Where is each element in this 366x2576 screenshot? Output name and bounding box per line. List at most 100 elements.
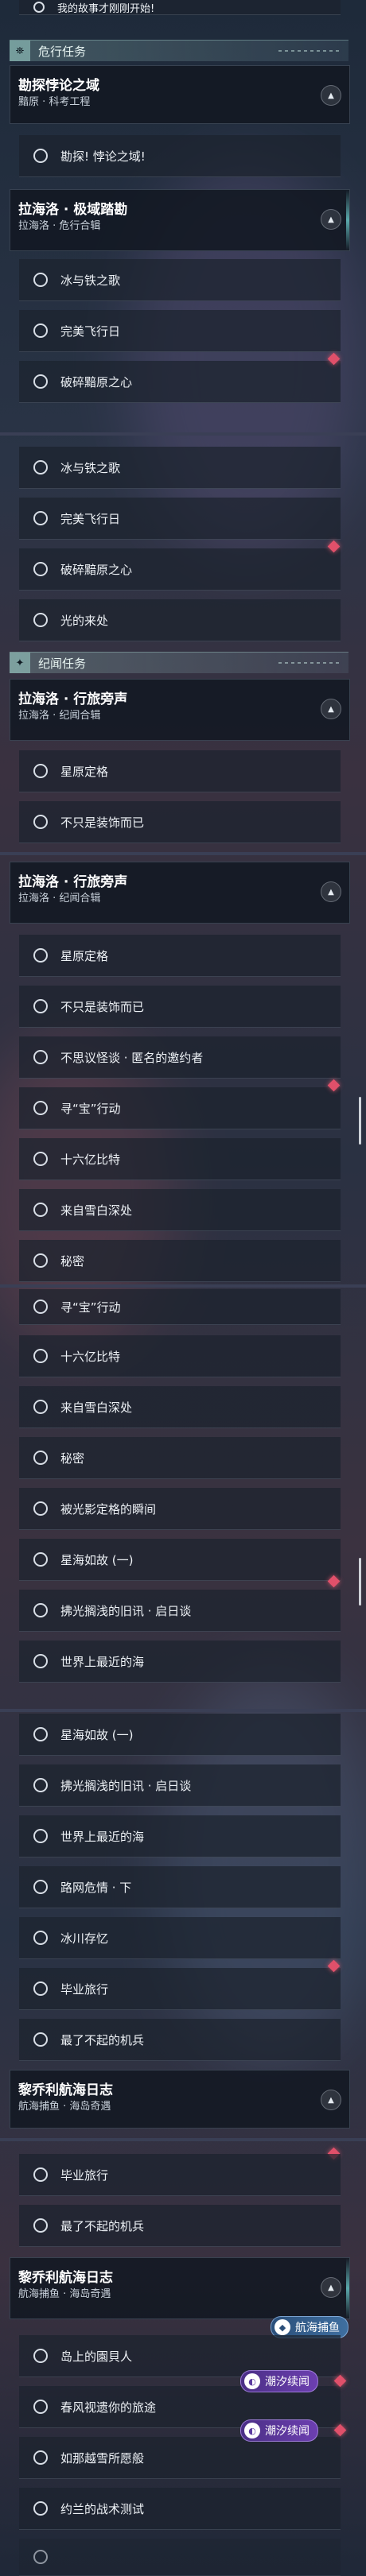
list-item[interactable]: 十六亿比特 <box>19 1138 341 1180</box>
status-circle-icon <box>33 1829 48 1843</box>
list-item[interactable]: 十六亿比特 <box>19 1335 341 1377</box>
item-label: 完美飞行日 <box>60 511 121 526</box>
list-item[interactable]: 被光影定格的瞬间 <box>19 1488 341 1530</box>
chevron-up-icon[interactable]: ▲ <box>321 699 341 719</box>
status-circle-icon <box>33 815 48 829</box>
item-label: 光的来处 <box>60 613 109 628</box>
item-label: 路网危情 · 下 <box>60 1880 132 1895</box>
tag-chaoxi: ◐ 潮汐续闻 <box>240 2370 318 2392</box>
list-item[interactable]: 勘探! 悖论之域! <box>19 135 341 177</box>
status-circle-icon <box>33 2450 48 2465</box>
status-circle-icon <box>33 1451 48 1465</box>
status-circle-icon <box>33 562 48 576</box>
status-circle-icon <box>33 1727 48 1741</box>
status-circle-icon <box>33 2 45 13</box>
list-item[interactable]: 毕业旅行 <box>19 2154 341 2196</box>
list-item[interactable]: 冰川存忆 <box>19 1917 341 1959</box>
status-circle-icon <box>33 1931 48 1945</box>
card-subtitle: 航海捕鱼 · 海岛奇遇 <box>18 2288 111 2300</box>
list-item[interactable]: 拂光搁浅的旧讯 · 启日谈 <box>19 1764 341 1807</box>
list-item[interactable]: 如那越雪所愿般 <box>19 2437 341 2479</box>
item-label: 寻“宝”行动 <box>60 1101 121 1116</box>
card-subtitle: 航海捕鱼 · 海岛奇遇 <box>18 2101 111 2113</box>
list-item[interactable]: 光的来处 <box>19 599 341 641</box>
item-label: 冰与铁之歌 <box>60 460 121 475</box>
list-item[interactable]: 路网危情 · 下 <box>19 1866 341 1908</box>
list-item[interactable]: 星原定格 <box>19 935 341 977</box>
chevron-up-icon[interactable]: ▲ <box>321 85 341 106</box>
item-label: 来自雪白深处 <box>60 1400 133 1415</box>
status-circle-icon <box>33 1552 48 1567</box>
item-label: 破碎黯原之心 <box>60 562 133 577</box>
list-item[interactable]: 星海如故 (一) <box>19 1539 341 1581</box>
status-circle-icon <box>33 323 48 338</box>
scrollbar[interactable] <box>359 1558 361 1606</box>
list-item[interactable]: 不只是装饰而已 <box>19 801 341 843</box>
list-item[interactable]: 寻“宝”行动 <box>19 1087 341 1129</box>
list-item[interactable]: 秘密 <box>19 1437 341 1479</box>
chevron-up-icon[interactable]: ▲ <box>321 2090 341 2110</box>
mission-card-liqiaoli[interactable]: 黎乔利航海日志 航海捕鱼 · 海岛奇遇 ▲ <box>10 2070 350 2129</box>
list-item[interactable]: 世界上最近的海 <box>19 1641 341 1683</box>
list-item[interactable]: 约兰的战术测试 <box>19 2488 341 2530</box>
item-label: 勘探! 悖论之域! <box>60 149 146 164</box>
section-title: 危行任务 <box>38 44 87 59</box>
list-item[interactable]: 来自雪白深处 <box>19 1386 341 1428</box>
mission-card-lahailuo-xinglv[interactable]: 拉海洛 · 行旅旁声 拉海洛 · 纪闻合辑 ▲ <box>10 679 350 741</box>
mission-card-kantan[interactable]: 勘探悖论之域 黯原 · 科考工程 ▲ <box>10 65 350 124</box>
status-circle-icon <box>33 1152 48 1166</box>
list-item[interactable]: 冰与铁之歌 <box>19 447 341 489</box>
mission-card-liqiaoli[interactable]: 黎乔利航海日志 航海捕鱼 · 海岛奇遇 ▲ <box>10 2257 350 2319</box>
list-item[interactable] <box>19 2539 341 2576</box>
item-label: 十六亿比特 <box>60 1152 121 1167</box>
list-item[interactable]: 完美飞行日 <box>19 498 341 540</box>
item-label: 不思议怪谈 · 匿名的邀约者 <box>60 1050 204 1065</box>
chevron-up-icon[interactable]: ▲ <box>321 881 341 902</box>
status-circle-icon <box>33 613 48 627</box>
item-label: 秘密 <box>60 1451 85 1466</box>
item-label: 冰川存忆 <box>60 1931 109 1946</box>
list-item[interactable]: 拂光搁浅的旧讯 · 启日谈 <box>19 1590 341 1632</box>
item-label: 最了不起的机兵 <box>60 2218 145 2233</box>
scrollbar[interactable] <box>359 1097 361 1145</box>
list-item[interactable]: 我的故事才刚刚开始! <box>19 0 341 15</box>
card-title: 拉海洛 · 行旅旁声 <box>18 874 128 890</box>
list-item[interactable]: 最了不起的机兵 <box>19 2205 341 2247</box>
card-subtitle: 黯原 · 科考工程 <box>18 96 91 108</box>
list-item[interactable]: 毕业旅行 <box>19 1968 341 2010</box>
status-circle-icon <box>33 2400 48 2414</box>
list-item[interactable]: 冰与铁之歌 <box>19 259 341 301</box>
status-circle-icon <box>33 1778 48 1792</box>
status-circle-icon <box>33 764 48 778</box>
list-item[interactable]: 寻“宝”行动 <box>19 1289 341 1325</box>
card-subtitle: 拉海洛 · 危行合辑 <box>18 220 101 232</box>
status-circle-icon <box>33 1654 48 1668</box>
list-item[interactable]: 破碎黯原之心 <box>19 548 341 591</box>
status-circle-icon <box>33 2167 48 2182</box>
list-item[interactable]: 破碎黯原之心 <box>19 361 341 403</box>
list-item[interactable]: 星原定格 <box>19 750 341 792</box>
list-item[interactable]: 最了不起的机兵 <box>19 2019 341 2061</box>
section-header-chronicle: ✦ 纪闻任务 <box>10 652 348 673</box>
list-item[interactable]: 不只是装饰而已 <box>19 986 341 1028</box>
item-label: 岛上的園貝人 <box>60 2349 133 2364</box>
list-item[interactable]: 完美飞行日 <box>19 310 341 352</box>
item-label: 不只是装饰而已 <box>60 999 145 1014</box>
item-label: 被光影定格的瞬间 <box>60 1501 157 1517</box>
card-title: 黎乔利航海日志 <box>18 2082 113 2098</box>
chevron-up-icon[interactable]: ▲ <box>321 2277 341 2298</box>
status-circle-icon <box>33 1101 48 1115</box>
list-item[interactable]: 秘密 <box>19 1240 341 1282</box>
list-item[interactable]: 不思议怪谈 · 匿名的邀约者 <box>19 1036 341 1079</box>
list-item[interactable]: 来自雪白深处 <box>19 1189 341 1231</box>
mission-card-lahailuo-xinglv[interactable]: 拉海洛 · 行旅旁声 拉海洛 · 纪闻合辑 ▲ <box>10 862 350 924</box>
chevron-up-icon[interactable]: ▲ <box>321 209 341 230</box>
item-label: 最了不起的机兵 <box>60 2032 145 2047</box>
danger-icon: ⛯ <box>10 41 30 61</box>
list-item[interactable]: 世界上最近的海 <box>19 1815 341 1857</box>
status-circle-icon <box>33 2550 48 2564</box>
mission-card-lahailuo-jiyu[interactable]: 拉海洛 · 极域踏勘 拉海洛 · 危行合辑 ▲ <box>10 189 350 251</box>
list-item[interactable]: 星海如故 (一) <box>19 1714 341 1756</box>
item-label: 星海如故 (一) <box>60 1552 134 1567</box>
status-circle-icon <box>33 1253 48 1268</box>
